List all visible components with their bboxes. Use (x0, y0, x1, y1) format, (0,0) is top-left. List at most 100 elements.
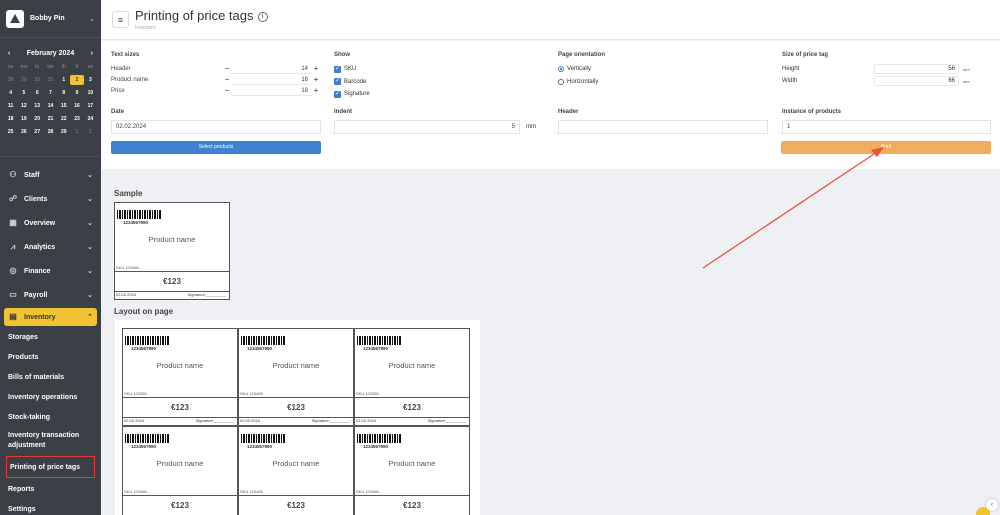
calendar-day[interactable]: 29 (17, 75, 30, 85)
text-size-row: Price −18 + (111, 85, 320, 96)
instances-input[interactable]: 1 (782, 120, 991, 134)
calendar-day[interactable]: 19 (17, 114, 30, 124)
header-input[interactable] (558, 120, 768, 134)
sidebar-item-overview[interactable]: ▦ Overview ⌄ (0, 211, 101, 235)
calendar-day[interactable]: 31 (44, 75, 57, 85)
sidebar-item-analytics[interactable]: ⩘ Analytics ⌄ (0, 235, 101, 259)
radio-icon[interactable] (558, 78, 564, 85)
sidebar-subitem-stock-taking[interactable]: Stock-taking (0, 407, 101, 427)
show-option-barcode[interactable]: ✓ Barcode (334, 76, 543, 89)
sidebar-subitem-bills-of-materials[interactable]: Bills of materials (0, 367, 101, 387)
text-size-stepper[interactable]: −14 + (223, 64, 320, 74)
calendar-day[interactable]: 23 (70, 114, 83, 124)
text-size-name: Price (111, 87, 125, 94)
calendar-day[interactable]: 22 (57, 114, 70, 124)
chat-widget-icon[interactable] (976, 507, 990, 515)
chevron-down-icon[interactable]: ⌄ (89, 15, 95, 23)
calendar-day[interactable]: 7 (44, 88, 57, 98)
calendar-day[interactable]: 4 (4, 88, 17, 98)
radio-icon[interactable] (558, 66, 564, 73)
sidebar-subitem-products[interactable]: Products (0, 347, 101, 367)
layout-price-tag: 1234567890 Product name SKU 123456 €123 02.0… (354, 328, 470, 426)
tag-size-unit: mm (963, 78, 970, 84)
calendar-day[interactable]: 17 (84, 101, 97, 111)
calendar-day[interactable]: 6 (31, 88, 44, 98)
sidebar-subitem-inventory-operations[interactable]: Inventory operations (0, 387, 101, 407)
text-size-stepper[interactable]: −18 + (223, 86, 320, 96)
sidebar-subitem-inventory-transaction-adjustment[interactable]: Inventory transaction adjustment (0, 427, 101, 455)
sidebar-subitem-reports[interactable]: Reports (0, 479, 101, 499)
sidebar-subitem-storages[interactable]: Storages (0, 327, 101, 347)
plus-icon[interactable]: + (312, 86, 320, 95)
calendar-day[interactable]: 25 (4, 127, 17, 137)
calendar-day-today[interactable]: 2 (70, 75, 84, 85)
tag-date: 02.02.2024 (116, 292, 137, 297)
calendar-day[interactable]: 1 (70, 127, 83, 137)
sidebar-item-staff[interactable]: ⚇ Staff ⌄ (0, 163, 101, 187)
calendar-day[interactable]: 21 (44, 114, 57, 124)
sidebar-item-clients[interactable]: ☍ Clients ⌄ (0, 187, 101, 211)
orientation-option-vertically[interactable]: Vertically (558, 63, 767, 76)
text-size-name: Header (111, 65, 131, 72)
prev-month-button[interactable]: ‹ (8, 50, 10, 57)
calendar-day[interactable]: 29 (57, 127, 70, 137)
sidebar-subitem-settings[interactable]: Settings (0, 499, 101, 515)
print-button[interactable]: Print (781, 141, 991, 154)
calendar-day[interactable]: 20 (31, 114, 44, 124)
calendar-day[interactable]: 12 (17, 101, 30, 111)
text-size-stepper[interactable]: −16 + (223, 75, 320, 85)
show-option-sku[interactable]: ✓ SKU (334, 63, 543, 76)
checkbox-checked-icon[interactable]: ✓ (334, 65, 341, 73)
text-size-value[interactable]: 14 (231, 64, 312, 74)
indent-input[interactable]: 5 (334, 120, 520, 134)
text-size-value[interactable]: 18 (231, 86, 312, 96)
barcode-number: 1234567890 (247, 444, 273, 449)
user-menu[interactable]: Bobby Pin ⌄ (0, 0, 101, 38)
calendar-day[interactable]: 24 (84, 114, 97, 124)
plus-icon[interactable]: + (312, 75, 320, 84)
calendar-day[interactable]: 10 (84, 88, 97, 98)
layout-price-tag: 1234567890 Product name SKU 123456 €123 02.0… (238, 328, 354, 426)
info-icon[interactable]: i (257, 12, 268, 22)
minus-icon[interactable]: − (223, 64, 231, 73)
calendar-day[interactable]: 9 (70, 88, 83, 98)
tag-size-input[interactable]: 66 (874, 76, 959, 86)
sidebar-item-inventory[interactable]: ▤ Inventory ⌃ (4, 308, 97, 326)
next-month-button[interactable]: › (91, 50, 93, 57)
sidebar-item-payroll[interactable]: ▭ Payroll ⌄ (0, 283, 101, 307)
orientation-option-horizontally[interactable]: Horizontally (558, 76, 767, 89)
minus-icon[interactable]: − (223, 86, 231, 95)
calendar-day[interactable]: 26 (17, 127, 30, 137)
calendar-day[interactable]: 2 (84, 127, 97, 137)
sidebar-item-label: Inventory (24, 313, 56, 321)
page-title: Printing of price tags i (135, 8, 268, 23)
minus-icon[interactable]: − (223, 75, 231, 84)
calendar-day[interactable]: 15 (57, 101, 70, 111)
calendar-day[interactable]: 18 (4, 114, 17, 124)
calendar-day[interactable]: 8 (57, 88, 70, 98)
hamburger-icon: ≡ (117, 14, 124, 25)
sidebar-item-finance[interactable]: ◎ Finance ⌄ (0, 259, 101, 283)
calendar-day[interactable]: 1 (57, 75, 70, 85)
breadcrumb[interactable]: Inventory (135, 25, 156, 31)
calendar-day[interactable]: 27 (31, 127, 44, 137)
menu-toggle-button[interactable]: ≡ (112, 11, 129, 28)
calendar-day[interactable]: 11 (4, 101, 17, 111)
calendar-day[interactable]: 5 (17, 88, 30, 98)
calendar-day[interactable]: 14 (44, 101, 57, 111)
date-input[interactable]: 02.02.2024 (111, 120, 321, 134)
tag-size-input[interactable]: 56 (874, 64, 959, 74)
text-size-value[interactable]: 16 (231, 75, 312, 85)
checkbox-checked-icon[interactable]: ✓ (334, 78, 341, 86)
calendar-day[interactable]: 28 (44, 127, 57, 137)
select-products-button[interactable]: Select products (111, 141, 321, 154)
checkbox-checked-icon[interactable]: ✓ (334, 90, 341, 98)
calendar-day[interactable]: 13 (31, 101, 44, 111)
plus-icon[interactable]: + (312, 64, 320, 73)
calendar-day[interactable]: 16 (70, 101, 83, 111)
show-option-signature[interactable]: ✓ Signature (334, 88, 543, 101)
sidebar-subitem-printing-of-price-tags[interactable]: Printing of price tags (6, 456, 95, 478)
calendar-day[interactable]: 28 (4, 75, 17, 85)
calendar-day[interactable]: 3 (84, 75, 97, 85)
calendar-day[interactable]: 30 (31, 75, 44, 85)
